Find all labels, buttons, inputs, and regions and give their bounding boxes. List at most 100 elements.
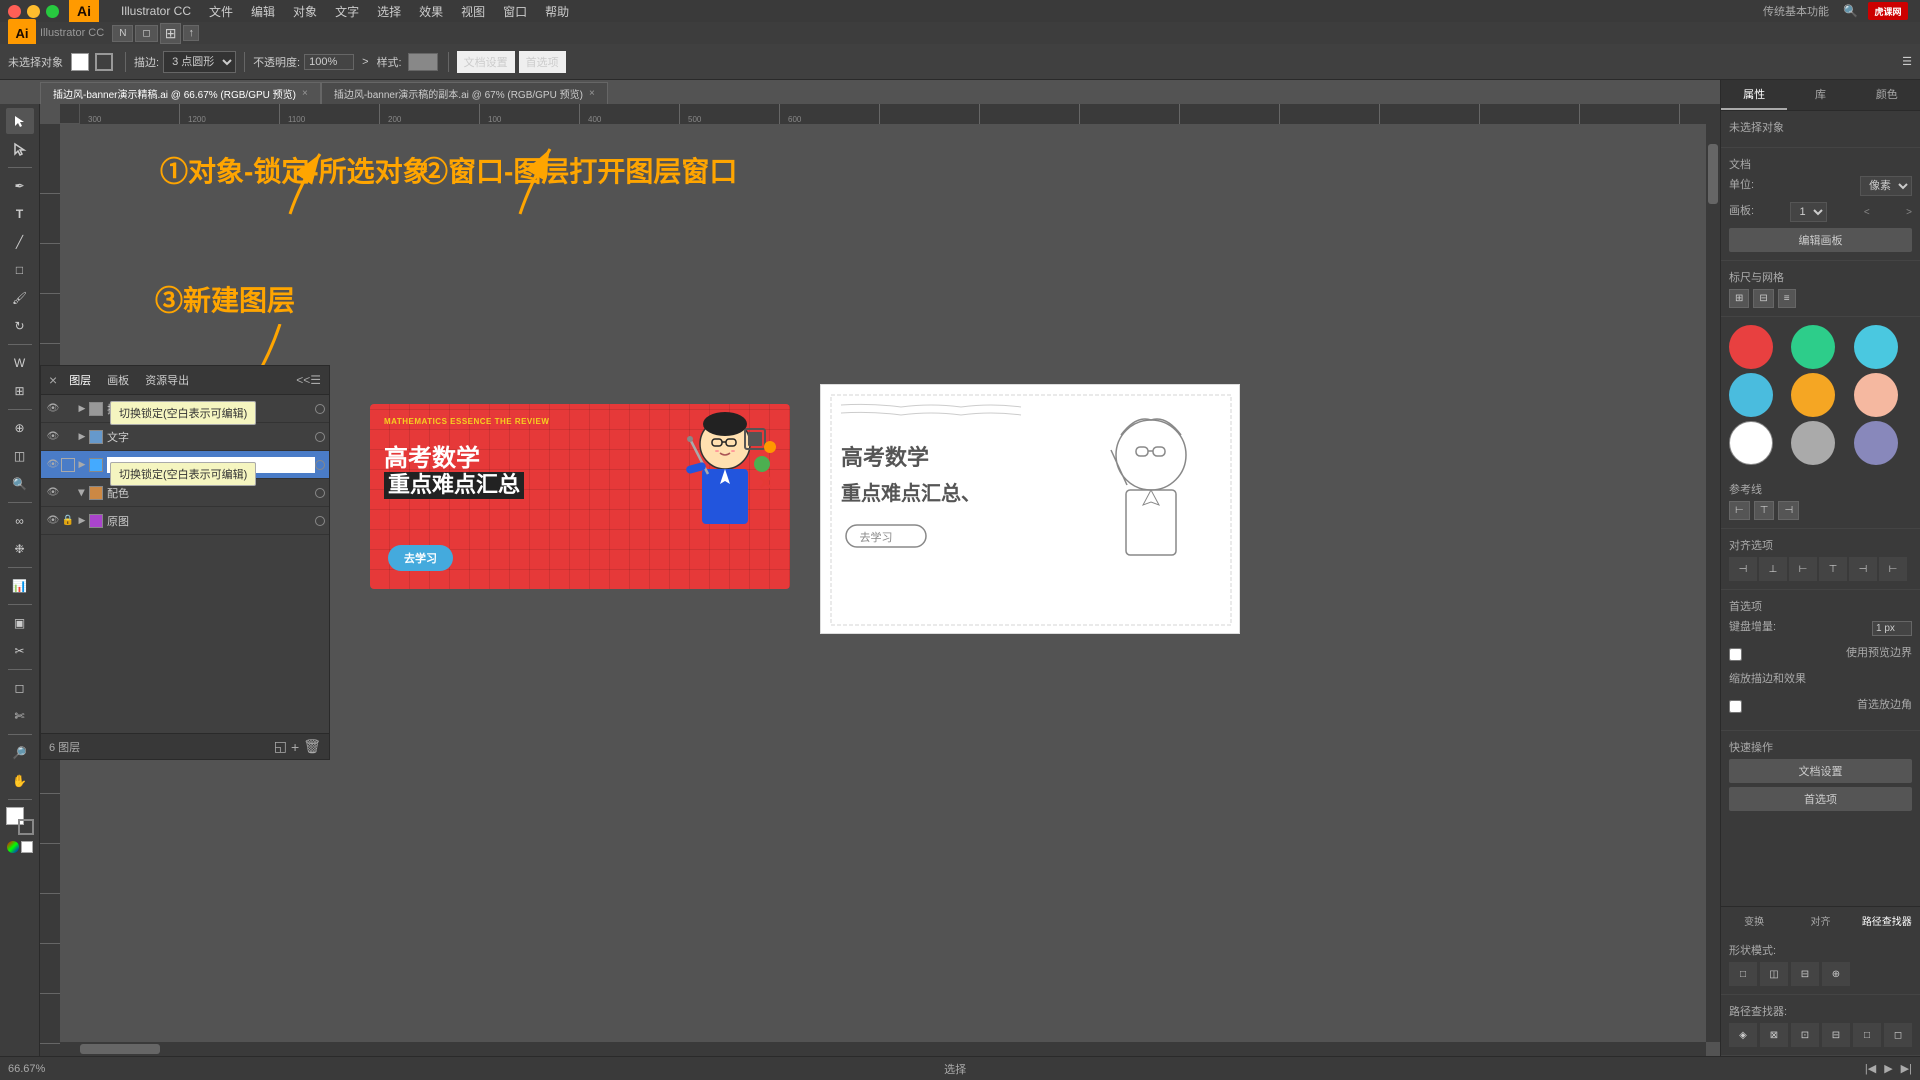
swatch-peach[interactable]: [1854, 373, 1898, 417]
menu-file[interactable]: 文件: [201, 1, 241, 22]
line-tool[interactable]: ╱: [6, 229, 34, 255]
play-btn[interactable]: ▶: [1884, 1062, 1892, 1075]
tab-2[interactable]: 插边风-banner演示稿的副本.ai @ 67% (RGB/GPU 预览) ×: [321, 82, 608, 104]
horizontal-scrollbar[interactable]: [60, 1042, 1706, 1056]
quick-doc-settings[interactable]: 文档设置: [1729, 759, 1912, 783]
layer-lock-peise[interactable]: [61, 486, 75, 500]
align-left[interactable]: ⊣: [1729, 557, 1757, 581]
quick-preferences[interactable]: 首选项: [1729, 787, 1912, 811]
make-sublayer-btn[interactable]: ◱: [274, 738, 287, 755]
arrange-btn[interactable]: ⊞: [160, 23, 182, 44]
prev-frame[interactable]: |◀: [1865, 1062, 1876, 1075]
guide-btn2[interactable]: ⊤: [1754, 501, 1775, 520]
none-mode[interactable]: [21, 841, 33, 853]
minus-back-btn[interactable]: ◻: [1884, 1023, 1912, 1047]
swatch-gray[interactable]: [1791, 421, 1835, 465]
merge-btn[interactable]: ⊡: [1791, 1023, 1819, 1047]
layer-expand-peise[interactable]: ▶: [75, 486, 89, 500]
align-center-v[interactable]: ⊣: [1849, 557, 1877, 581]
tab-2-close[interactable]: ×: [589, 88, 595, 99]
swatch-cyan[interactable]: [1729, 373, 1773, 417]
exclude-btn[interactable]: ⊕: [1822, 962, 1850, 986]
scissors-tool[interactable]: ✄: [6, 703, 34, 729]
layer-lock-new[interactable]: [61, 458, 75, 472]
menu-effect[interactable]: 效果: [411, 1, 451, 22]
eraser-tool[interactable]: ◻: [6, 675, 34, 701]
slice-tool[interactable]: ✂: [6, 638, 34, 664]
unite-btn[interactable]: □: [1729, 962, 1757, 986]
unit-select[interactable]: 像素: [1860, 176, 1912, 196]
banner-cta-btn[interactable]: 去学习: [388, 545, 453, 571]
type-tool[interactable]: T: [6, 201, 34, 227]
guide-btn3[interactable]: ⊣: [1778, 501, 1799, 520]
zoom-level[interactable]: 66.67%: [8, 1063, 45, 1075]
search-icon[interactable]: 🔍: [1843, 4, 1858, 18]
stroke-swatch[interactable]: [95, 53, 113, 71]
grid-toggle[interactable]: ⊟: [1753, 289, 1773, 308]
direct-select-tool[interactable]: [6, 136, 34, 162]
menu-help[interactable]: 帮助: [537, 1, 577, 22]
zoom-tool[interactable]: 🔎: [6, 740, 34, 766]
create-layer-btn[interactable]: +: [291, 738, 299, 755]
menu-view[interactable]: 视图: [453, 1, 493, 22]
menu-window[interactable]: 窗口: [495, 1, 535, 22]
export-tab[interactable]: 资源导出: [137, 370, 197, 390]
menu-illustrator[interactable]: Illustrator CC: [113, 2, 199, 20]
swatch-green[interactable]: [1791, 325, 1835, 369]
crop-btn[interactable]: ⊟: [1822, 1023, 1850, 1047]
new-doc-btn[interactable]: N: [112, 25, 133, 42]
menu-object[interactable]: 对象: [285, 1, 325, 22]
symbol-tool[interactable]: ❉: [6, 536, 34, 562]
minus-front-btn[interactable]: ◫: [1760, 962, 1788, 986]
delete-layer-btn[interactable]: 🗑: [303, 738, 321, 755]
rect-tool[interactable]: □: [6, 257, 34, 283]
layers-panel-menu[interactable]: ☰: [310, 373, 321, 387]
fill-stroke-selector[interactable]: [6, 807, 34, 835]
snap-bounds-checkbox[interactable]: [1729, 648, 1742, 661]
align-right[interactable]: ⊢: [1789, 557, 1817, 581]
select-tool[interactable]: [6, 108, 34, 134]
hand-tool[interactable]: ✋: [6, 768, 34, 794]
color-tab[interactable]: 颜色: [1854, 80, 1920, 110]
tab-1-close[interactable]: ×: [302, 88, 308, 99]
close-button[interactable]: [8, 5, 21, 18]
guide-btn1[interactable]: ⊢: [1729, 501, 1750, 520]
layer-expand-yuantu[interactable]: ▶: [75, 514, 89, 528]
board-prev-icon[interactable]: <: [1864, 207, 1870, 218]
rotate-tool[interactable]: ↻: [6, 313, 34, 339]
stroke-type-select[interactable]: 3 点圆形: [163, 51, 236, 73]
layer-name-input-new[interactable]: [107, 457, 315, 473]
guide-toggle[interactable]: ≡: [1778, 289, 1796, 308]
paint-tool[interactable]: 🖌: [6, 285, 34, 311]
artboard-tool[interactable]: ▣: [6, 610, 34, 636]
eyedropper-tool[interactable]: 🔍: [6, 471, 34, 497]
layer-row-wenzi[interactable]: 👁 ▶ 文字: [41, 423, 329, 451]
layer-expand-chuhua[interactable]: ▶: [75, 402, 89, 416]
layer-lock-yuantu[interactable]: 🔒: [61, 514, 75, 528]
keyboard-value-input[interactable]: [1872, 621, 1912, 636]
pen-tool[interactable]: ✒: [6, 173, 34, 199]
free-transform[interactable]: ⊞: [6, 378, 34, 404]
graph-tool[interactable]: 📊: [6, 573, 34, 599]
maximize-button[interactable]: [46, 5, 59, 18]
outline-btn[interactable]: □: [1853, 1023, 1881, 1047]
edit-board-btn[interactable]: 编辑画板: [1729, 228, 1912, 252]
preferences-btn[interactable]: 首选项: [519, 51, 566, 73]
vertical-scrollbar[interactable]: [1706, 124, 1720, 1042]
divide-btn[interactable]: ◈: [1729, 1023, 1757, 1047]
swatch-blue[interactable]: [1854, 325, 1898, 369]
open-btn[interactable]: ◻: [135, 25, 157, 42]
layer-row-yuantu[interactable]: 👁 🔒 ▶ 原图: [41, 507, 329, 535]
align-bottom[interactable]: ⊢: [1879, 557, 1907, 581]
pathfinder-tab[interactable]: 路径查找器: [1854, 907, 1920, 934]
menu-edit[interactable]: 编辑: [243, 1, 283, 22]
layer-lock-wenzi[interactable]: [61, 430, 75, 444]
doc-settings-btn[interactable]: 文档设置: [457, 51, 515, 73]
arrange-icon[interactable]: ☰: [1902, 55, 1912, 68]
transform-tab[interactable]: 变换: [1721, 907, 1787, 934]
style-preview[interactable]: [408, 53, 438, 71]
boards-tab[interactable]: 画板: [99, 370, 137, 390]
blend-tool[interactable]: ∞: [6, 508, 34, 534]
align-top[interactable]: ⊤: [1819, 557, 1847, 581]
layer-eye-chuhua[interactable]: 👁: [45, 401, 61, 417]
